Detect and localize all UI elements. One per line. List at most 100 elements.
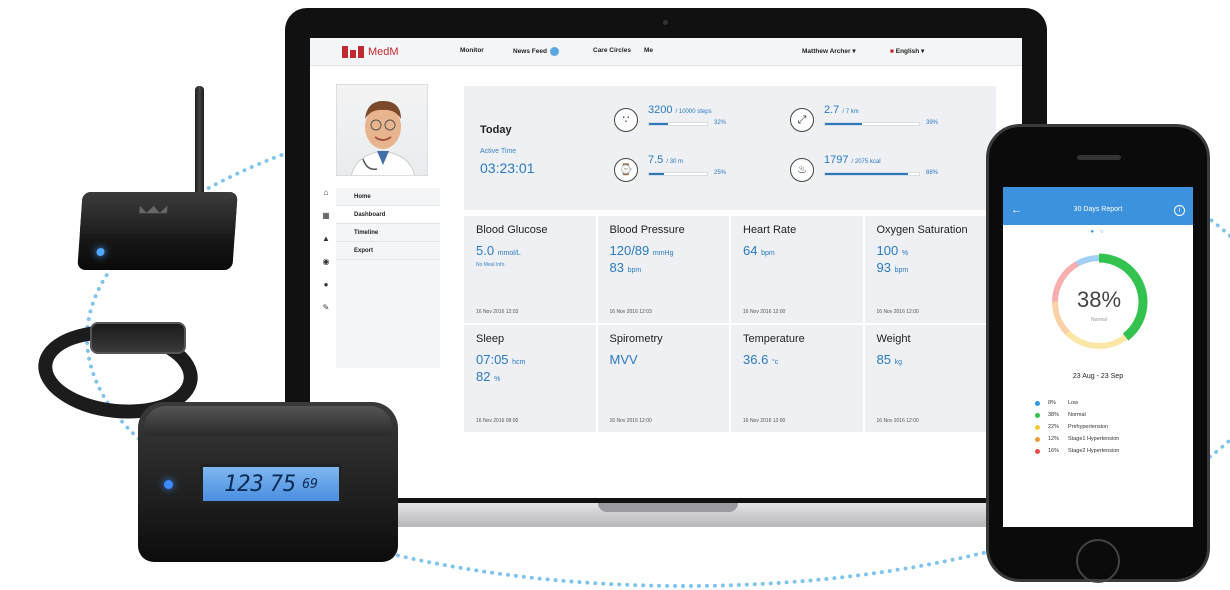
- sidebar-item-timeline[interactable]: Timeline: [336, 224, 440, 242]
- wrench-icon[interactable]: ✎: [316, 303, 336, 320]
- report-donut-chart: 38% Normal: [1050, 253, 1148, 351]
- info-icon[interactable]: i: [1174, 205, 1185, 216]
- top-nav: MedM Monitor News Feed Care Circles Me M…: [310, 38, 1022, 66]
- card-unit: mmHg: [652, 250, 674, 257]
- card-oxygen-saturation[interactable]: Oxygen Saturation 100 % 93 bpm 16 Nov 20…: [864, 216, 996, 323]
- legend-dot-icon: [1035, 400, 1040, 406]
- home-icon[interactable]: ⌂: [316, 188, 336, 205]
- person-icon[interactable]: ●: [316, 280, 336, 297]
- card-unit2: bpm: [627, 267, 642, 274]
- laptop-notch: [598, 503, 738, 512]
- card-heart-rate[interactable]: Heart Rate 64 bpm 16 Nov 2016 12:00: [731, 216, 863, 323]
- router-hub: ◣◢◣◢: [77, 192, 238, 270]
- today-summary: Today Active Time 03:23:01 ∵ 3200 / 1000…: [464, 86, 996, 210]
- smartphone: ← 30 Days Report i ● ○ 38% Normal 23 Aug…: [986, 124, 1210, 583]
- card-unit: bpm: [761, 250, 775, 257]
- calories-number: 1797: [824, 154, 849, 166]
- legend-dot-icon: [1035, 412, 1040, 418]
- card-date: 16 Nov 2016 12:00: [743, 309, 786, 315]
- language-menu[interactable]: ■ English ▾: [890, 47, 924, 55]
- avatar[interactable]: [336, 84, 428, 176]
- card-title: Temperature: [743, 333, 805, 345]
- card-temperature[interactable]: Temperature 36.6 °c 16 Nov 2016 12:00: [731, 325, 863, 432]
- card-value-secondary: 82 %: [476, 369, 584, 384]
- active-time-label: Active Time: [480, 148, 517, 155]
- card-value-number: 07:05: [476, 352, 509, 367]
- report-date-range: 23 Aug - 23 Sep: [1072, 373, 1124, 380]
- card-date: 16 Nov 2016 12:00: [876, 309, 919, 315]
- card-sleep[interactable]: Sleep 07:05 hcm 82 % 16 Nov 2016 08:00: [464, 325, 596, 432]
- card-value-number: MVV: [609, 352, 638, 367]
- nav-me[interactable]: Me: [644, 47, 653, 54]
- doctor-avatar-image: [351, 101, 415, 175]
- language-label: English: [895, 48, 920, 55]
- distance-value: 2.7 / 7 km: [824, 104, 859, 116]
- card-value: 64 bpm: [743, 243, 851, 258]
- legend-label: Normal: [1068, 412, 1086, 418]
- flag-icon: ■: [890, 48, 894, 55]
- monitor-lcd: 123 75 69: [200, 464, 342, 504]
- laptop-camera: [663, 20, 668, 25]
- card-value-number: 5.0: [476, 243, 495, 258]
- blood-pressure-monitor: 123 75 69: [138, 402, 398, 562]
- brand-name: MedM: [368, 46, 399, 58]
- card-value-secondary: 83 bpm: [610, 260, 718, 275]
- card-value-number: 64: [743, 243, 758, 258]
- card-value: 85 kg: [877, 352, 985, 367]
- card-value: 36.6 °c: [743, 352, 851, 367]
- card-value-secondary: 93 bpm: [877, 260, 985, 275]
- nav-care-circles[interactable]: Care Circles: [593, 47, 631, 54]
- lcd-systolic: 123: [224, 471, 264, 497]
- card-blood-glucose[interactable]: Blood Glucose 5.0 mmol/L No Meal Info 16…: [464, 216, 596, 323]
- card-weight[interactable]: Weight 85 kg 16 Nov 2016 12:00: [864, 325, 996, 432]
- legend-label: Stage1 Hypertension: [1068, 436, 1120, 442]
- nav-monitor[interactable]: Monitor: [460, 47, 484, 54]
- card-value: 07:05 hcm: [476, 352, 584, 367]
- legend-item: 38% Normal: [1035, 409, 1119, 421]
- card-title: Spirometry: [609, 333, 663, 345]
- card-unit: mmol/L: [497, 250, 521, 257]
- distance-progress-fill: [825, 123, 862, 125]
- steps-progress: [648, 122, 708, 126]
- card-unit2: %: [494, 376, 501, 383]
- distance-number: 2.7: [824, 104, 840, 116]
- card-note: No Meal Info: [476, 262, 505, 268]
- nav-news-feed[interactable]: News Feed: [513, 47, 559, 56]
- phone-speaker: [1077, 155, 1121, 160]
- route-icon: ⤢: [790, 108, 814, 132]
- card-spirometry[interactable]: Spirometry MVV 16 Nov 2016 12:00: [597, 325, 729, 432]
- duration-goal: / 30 m: [666, 159, 684, 165]
- card-value-number: 100: [876, 243, 899, 258]
- active-time-value: 03:23:01: [480, 160, 535, 176]
- phone-title: 30 Days Report: [1073, 206, 1123, 213]
- eye-icon[interactable]: ◉: [316, 257, 336, 274]
- sidebar-item-export[interactable]: Export: [336, 242, 440, 260]
- card-blood-pressure[interactable]: Blood Pressure 120/89 mmHg 83 bpm 16 Nov…: [597, 216, 729, 323]
- home-button[interactable]: [1076, 539, 1120, 583]
- card-unit: %: [901, 250, 909, 257]
- card-title: Oxygen Saturation: [876, 224, 968, 236]
- laptop-screen: MedM Monitor News Feed Care Circles Me M…: [310, 38, 1022, 498]
- card-title: Blood Pressure: [609, 224, 685, 236]
- card-unit: hcm: [512, 359, 526, 366]
- today-title: Today: [480, 124, 512, 136]
- legend-dot-icon: [1035, 436, 1040, 442]
- report-legend: 8% Low 38% Normal 22% Prehypertension 12% Stage…: [1035, 397, 1119, 457]
- legend-dot-icon: [1035, 448, 1040, 454]
- legend-item: 22% Prehypertension: [1035, 421, 1119, 433]
- calendar-icon[interactable]: ▦: [316, 211, 336, 228]
- bell-icon[interactable]: ▲: [316, 234, 336, 251]
- card-value2-number: 93: [876, 260, 891, 275]
- duration-progress-fill: [649, 173, 664, 175]
- duration-percent: 25%: [714, 170, 727, 176]
- card-title: Sleep: [476, 333, 505, 345]
- calories-percent: 88%: [926, 170, 939, 176]
- card-date: 16 Nov 2016 12:00: [609, 418, 652, 424]
- sidebar-item-home[interactable]: Home: [336, 188, 440, 206]
- monitor-led-icon: [164, 480, 173, 489]
- card-unit2: bpm: [894, 267, 909, 274]
- brand-logo[interactable]: MedM: [342, 46, 399, 58]
- sidebar-item-dashboard[interactable]: Dashboard: [336, 206, 440, 224]
- user-menu[interactable]: Matthew Archer ▾: [802, 47, 856, 55]
- distance-progress: [824, 122, 920, 126]
